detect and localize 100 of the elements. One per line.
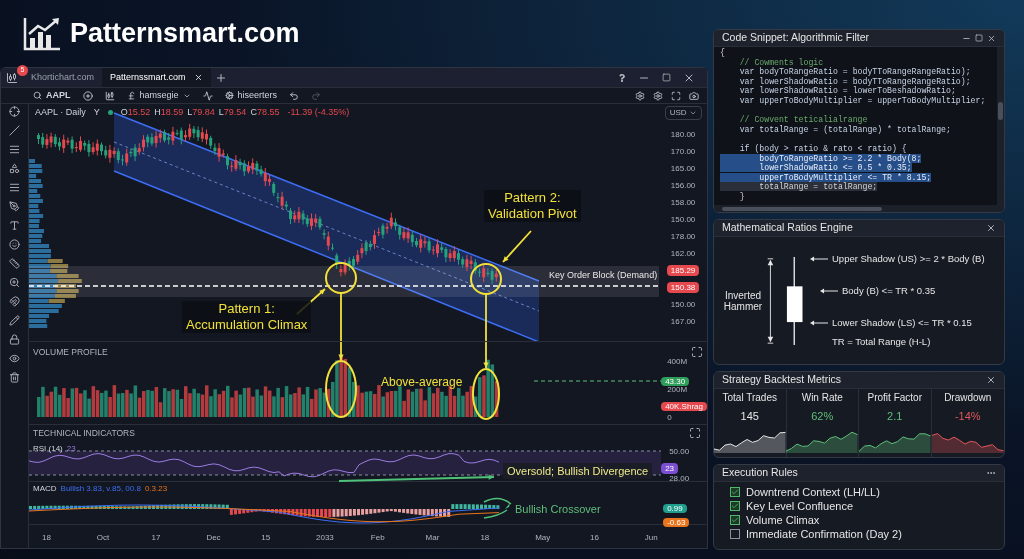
ohlc-value: H18.59 xyxy=(154,106,184,119)
pencil-icon[interactable] xyxy=(9,315,20,326)
fullscreen-icon[interactable] xyxy=(689,426,701,439)
panel-title: Execution Rules xyxy=(722,465,798,481)
callout-label: Pattern 1: Accumulation Climax xyxy=(182,301,312,333)
close-icon[interactable] xyxy=(987,33,996,43)
metric-label: Profit Factor xyxy=(867,391,922,405)
search-icon xyxy=(33,91,42,101)
app-icon xyxy=(6,71,18,84)
checkbox[interactable] xyxy=(730,529,740,539)
pointer-arrow xyxy=(338,342,344,361)
rsi-label: RSI (14) xyxy=(33,442,63,455)
zoom-icon[interactable] xyxy=(9,277,20,288)
trash-icon[interactable] xyxy=(9,372,20,383)
close-icon[interactable] xyxy=(986,375,996,385)
pointer-arrow xyxy=(502,230,532,263)
checkbox[interactable] xyxy=(730,515,740,525)
axis-label: 400M xyxy=(667,356,688,368)
leader-line xyxy=(340,292,342,341)
camera-icon[interactable] xyxy=(689,90,699,101)
highlight-circle xyxy=(325,262,357,294)
ratio-rule: Lower Shadow (LS) <= TR * 0.15 xyxy=(832,316,972,330)
maximize-icon[interactable] xyxy=(662,73,671,83)
axis-label: 165.00 xyxy=(670,163,696,174)
time-label: 15 xyxy=(261,532,271,544)
candles-icon[interactable] xyxy=(104,90,115,101)
close-icon[interactable] xyxy=(986,223,996,233)
metric-value: 2.1 xyxy=(887,409,903,424)
ohlc-value: L79.54 xyxy=(218,106,247,119)
time-label: 18 xyxy=(42,532,51,544)
scrollbar[interactable] xyxy=(997,47,1004,205)
indicators-button[interactable]: hiseerters xyxy=(224,88,278,103)
eye-icon[interactable] xyxy=(9,353,20,364)
shapes-icon[interactable] xyxy=(9,163,20,174)
add-icon[interactable] xyxy=(82,90,93,101)
axis-label: 167.00 xyxy=(670,316,696,327)
axis-label: 150.00 xyxy=(670,299,696,310)
fullscreen-icon[interactable] xyxy=(671,90,681,101)
metric-value: 145 xyxy=(740,409,759,424)
rule-label: Immediate Confirmation (Day 2) xyxy=(746,527,902,541)
text-tool-icon[interactable] xyxy=(9,220,20,231)
pen-icon[interactable] xyxy=(9,201,20,212)
settings-icon[interactable] xyxy=(635,90,645,101)
price-badge: 150.38 xyxy=(666,282,700,293)
ohlc-value: O15.52 xyxy=(120,106,151,119)
axis-label: 50.00 xyxy=(669,445,690,458)
pane-title: VOLUME PROFILE xyxy=(33,346,108,359)
currency-select[interactable]: USD xyxy=(664,106,702,120)
time-label: Oct xyxy=(96,532,110,544)
fib-icon[interactable] xyxy=(9,182,20,193)
panel-title: Code Snippet: Algorithmic Filter xyxy=(722,30,870,46)
template-dropdown[interactable]: hamsegie xyxy=(126,88,191,103)
emoji-icon[interactable] xyxy=(9,239,20,250)
interval-label: Y xyxy=(93,106,100,119)
ruler-icon[interactable] xyxy=(9,258,20,269)
figure-label: Inverted Hammer xyxy=(722,289,764,312)
settings-icon[interactable] xyxy=(653,90,663,101)
checkbox[interactable] xyxy=(730,487,740,497)
lines-icon[interactable] xyxy=(9,144,20,155)
pointer-arrow-icon xyxy=(820,287,838,294)
symbol-label: AAPL · Daily xyxy=(35,106,86,119)
rule-label: Key Level Confluence xyxy=(746,499,853,513)
price-badge: 0.99 xyxy=(663,504,687,514)
price-badge: -0.63 xyxy=(663,518,690,528)
axis-label: 28.00 xyxy=(669,472,690,485)
axis-label: 0 xyxy=(667,412,672,424)
macd-values: Bullish 3.83, v.85, 00.8 xyxy=(60,483,141,496)
new-tab-icon[interactable] xyxy=(214,71,227,84)
indicator-icon[interactable] xyxy=(202,90,213,101)
panel-title: Mathematical Ratios Engine xyxy=(722,220,853,236)
metric-label: Total Trades xyxy=(722,391,777,405)
fullscreen-icon[interactable] xyxy=(691,346,703,358)
symbol-search[interactable]: AAPL xyxy=(33,88,71,103)
help-icon[interactable] xyxy=(618,73,626,82)
metric-value: -14% xyxy=(954,409,981,424)
line-tool-icon[interactable] xyxy=(9,125,20,136)
price-badge: 185.29 xyxy=(666,265,700,276)
lock-icon[interactable] xyxy=(9,334,20,345)
rule-label: Downtrend Context (LH/LL) xyxy=(746,485,880,499)
browser-tab[interactable]: Patternssmart.com xyxy=(102,68,211,88)
axis-label: 162.00 xyxy=(670,248,696,259)
scrollbar[interactable] xyxy=(714,205,1004,212)
caret-icon xyxy=(688,109,697,117)
crosshair-icon[interactable] xyxy=(9,106,20,117)
maximize-icon[interactable] xyxy=(975,34,983,42)
close-icon[interactable] xyxy=(193,73,203,83)
magnet-icon[interactable] xyxy=(9,296,20,307)
highlight-circle xyxy=(472,368,500,420)
checkbox[interactable] xyxy=(730,501,740,511)
pointer-arrow xyxy=(483,342,489,369)
pointer-arrow-icon xyxy=(810,320,828,327)
undo-icon[interactable] xyxy=(289,90,300,101)
ohlc-value: C78.55 xyxy=(250,106,280,119)
pound-icon xyxy=(126,91,136,101)
logo-text: Patternsmart.com xyxy=(70,17,300,51)
time-label: Feb xyxy=(370,532,385,544)
signal-value: 0.3.23 xyxy=(144,483,168,496)
callout-label: Pattern 2: Validation Pivot xyxy=(484,190,581,222)
metric-label: Win Rate xyxy=(801,391,843,405)
rsi-value: 23 xyxy=(66,442,76,455)
